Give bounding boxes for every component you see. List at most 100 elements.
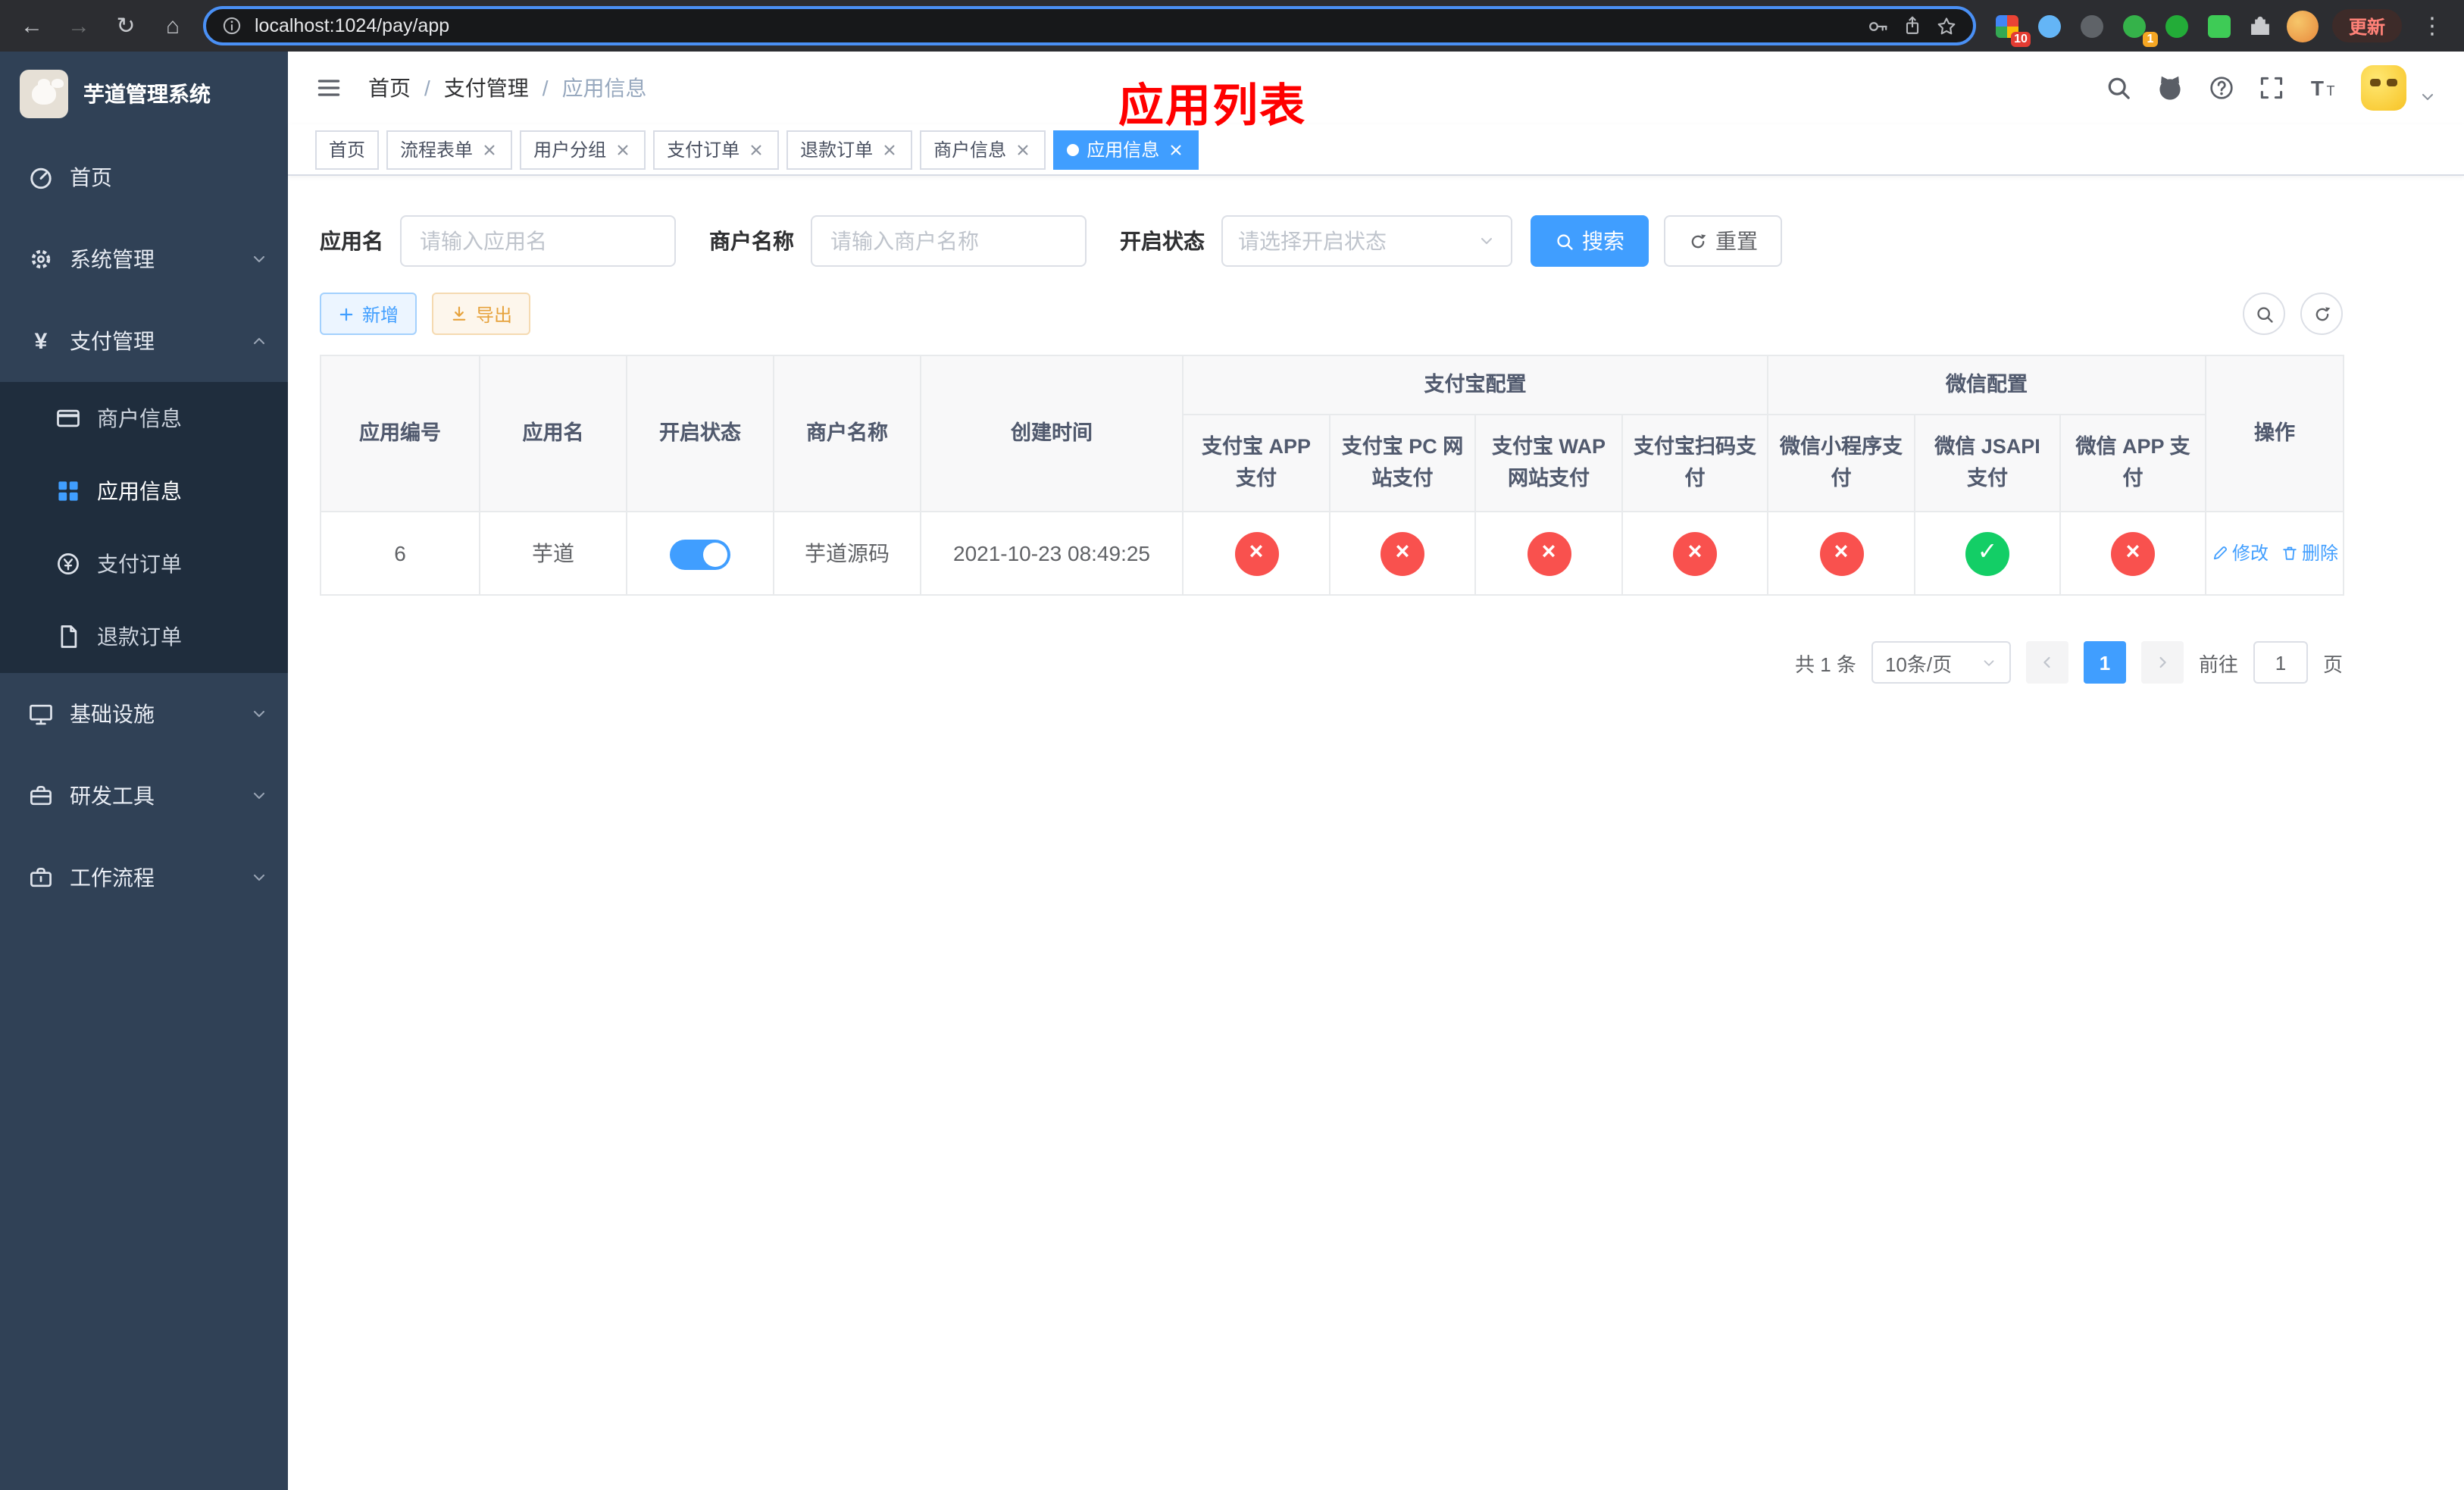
merchant-name-input[interactable]: [811, 215, 1087, 267]
tag-refund-order[interactable]: 退款订单: [786, 130, 913, 169]
tag-pay-order[interactable]: 支付订单: [653, 130, 780, 169]
sidebar-item-label: 商户信息: [97, 406, 182, 430]
close-icon[interactable]: [1167, 140, 1185, 158]
pagination: 共 1 条 10条/页 1 前往 页: [320, 641, 2343, 684]
delete-link[interactable]: 删除: [2281, 540, 2338, 567]
credit-card-icon: [55, 405, 82, 432]
sidebar-item-refund-order[interactable]: 退款订单: [0, 600, 288, 673]
toggle-search-button[interactable]: [2243, 293, 2285, 335]
sidebar-item-label: 支付订单: [97, 552, 182, 576]
col-created: 创建时间: [920, 355, 1184, 512]
back-icon[interactable]: ←: [15, 9, 48, 42]
sidebar-item-workflow[interactable]: 工作流程: [0, 837, 288, 919]
reset-button[interactable]: 重置: [1664, 215, 1782, 267]
url-bar[interactable]: localhost:1024/pay/app: [203, 6, 1976, 45]
extension-dark-icon[interactable]: [2078, 11, 2106, 40]
reload-icon[interactable]: ↻: [109, 9, 142, 42]
extensions-puzzle-icon[interactable]: [2247, 13, 2273, 39]
page-1-button[interactable]: 1: [2083, 641, 2126, 684]
close-icon[interactable]: [480, 140, 499, 158]
fullscreen-icon[interactable]: [2258, 74, 2285, 102]
export-button-label: 导出: [476, 304, 513, 325]
tag-merchant-info[interactable]: 商户信息: [920, 130, 1046, 169]
password-key-icon[interactable]: [1867, 14, 1890, 37]
help-icon[interactable]: [2208, 74, 2235, 102]
chevron-up-icon: [250, 332, 268, 350]
chevron-down-icon[interactable]: [2419, 88, 2437, 106]
github-icon[interactable]: [2155, 73, 2185, 103]
extension-colorful-icon[interactable]: 10: [1993, 11, 2031, 46]
app-name-input[interactable]: [400, 215, 676, 267]
extension-drop-icon[interactable]: [2035, 11, 2064, 40]
col-alipay-qr: 支付宝扫码支付: [1621, 414, 1768, 512]
forward-icon[interactable]: →: [62, 9, 95, 42]
active-dot: [1067, 143, 1080, 155]
col-group-alipay: 支付宝配置: [1182, 355, 1768, 415]
search-button[interactable]: 搜索: [1531, 215, 1649, 267]
sidebar-item-label: 应用信息: [97, 479, 182, 503]
close-icon[interactable]: [880, 140, 899, 158]
collapse-sidebar-icon[interactable]: [315, 74, 342, 102]
total-count: 共 1 条: [1795, 653, 1856, 675]
app-table: 应用编号 应用名 开启状态 商户名称 创建时间 支付宝配置 微信配置 操作 支付…: [320, 355, 2345, 596]
sidebar-item-payment[interactable]: ¥ 支付管理: [0, 300, 288, 382]
breadcrumb: 首页 / 支付管理 / 应用信息: [368, 73, 647, 103]
sidebar-item-infrastructure[interactable]: 基础设施: [0, 673, 288, 755]
tag-home[interactable]: 首页: [315, 130, 380, 169]
extension-green-icon[interactable]: 1: [2120, 11, 2158, 46]
site-info-icon[interactable]: [221, 15, 242, 36]
refresh-table-button[interactable]: [2300, 293, 2343, 335]
sidebar-item-system[interactable]: 系统管理: [0, 218, 288, 300]
tag-process-form[interactable]: 流程表单: [386, 130, 513, 169]
breadcrumb-home[interactable]: 首页: [368, 73, 411, 103]
font-size-icon[interactable]: [2308, 73, 2338, 103]
sidebar-item-home[interactable]: 首页: [0, 136, 288, 218]
wechat-extension-icon[interactable]: [2162, 11, 2191, 40]
select-placeholder: 请选择开启状态: [1238, 229, 1387, 253]
goto-page-input[interactable]: [2253, 641, 2308, 684]
col-group-wechat: 微信配置: [1766, 355, 2207, 415]
sidebar-item-pay-order[interactable]: 支付订单: [0, 527, 288, 600]
edit-link[interactable]: 修改: [2211, 540, 2269, 567]
tag-app-info[interactable]: 应用信息: [1053, 130, 1199, 169]
chevron-down-icon: [250, 869, 268, 887]
tag-user-group[interactable]: 用户分组: [520, 130, 646, 169]
user-avatar[interactable]: [2361, 65, 2406, 111]
logo-avatar: [20, 70, 68, 118]
home-icon[interactable]: ⌂: [156, 9, 189, 42]
col-actions: 操作: [2205, 355, 2345, 512]
tags-view: 首页 流程表单 用户分组 支付订单 退款订单 商户信息 应用信息: [288, 124, 2464, 176]
browser-profile-avatar[interactable]: [2286, 10, 2319, 42]
page-content: 应用名 商户名称 开启状态 请选择开启状态 搜索 重置: [288, 176, 2464, 684]
extension-badge: 1: [2142, 31, 2158, 46]
col-alipay-pc: 支付宝 PC 网站支付: [1329, 414, 1476, 512]
browser-menu-icon[interactable]: ⋮: [2416, 9, 2449, 42]
sidebar-item-merchant-info[interactable]: 商户信息: [0, 382, 288, 455]
search-icon: [2254, 304, 2274, 324]
add-button[interactable]: 新增: [320, 293, 417, 335]
search-icon[interactable]: [2105, 74, 2132, 102]
table-toolbar: 新增 导出: [320, 293, 2343, 335]
trash-icon: [2281, 544, 2299, 562]
export-button[interactable]: 导出: [432, 293, 531, 335]
toggle-knob: [703, 542, 727, 567]
col-wx-mini: 微信小程序支付: [1767, 414, 1915, 512]
update-button[interactable]: 更新: [2331, 9, 2402, 42]
breadcrumb-payment[interactable]: 支付管理: [444, 73, 529, 103]
chat-extension-icon[interactable]: [2205, 11, 2234, 40]
tag-label: 用户分组: [533, 139, 607, 161]
bookmark-star-icon[interactable]: [1935, 14, 1958, 37]
status-toggle[interactable]: [670, 539, 730, 570]
prev-page-button[interactable]: [2025, 641, 2068, 684]
url-text[interactable]: localhost:1024/pay/app: [255, 15, 1855, 36]
status-select[interactable]: 请选择开启状态: [1221, 215, 1512, 267]
next-page-button[interactable]: [2140, 641, 2184, 684]
share-icon[interactable]: [1902, 15, 1923, 36]
close-icon[interactable]: [747, 140, 765, 158]
sidebar-item-app-info[interactable]: 应用信息: [0, 455, 288, 527]
page-size-select[interactable]: 10条/页: [1871, 641, 2011, 684]
sidebar-item-devtools[interactable]: 研发工具: [0, 755, 288, 837]
close-icon[interactable]: [1014, 140, 1032, 158]
close-icon[interactable]: [614, 140, 632, 158]
merchant-name-label: 商户名称: [709, 229, 794, 253]
